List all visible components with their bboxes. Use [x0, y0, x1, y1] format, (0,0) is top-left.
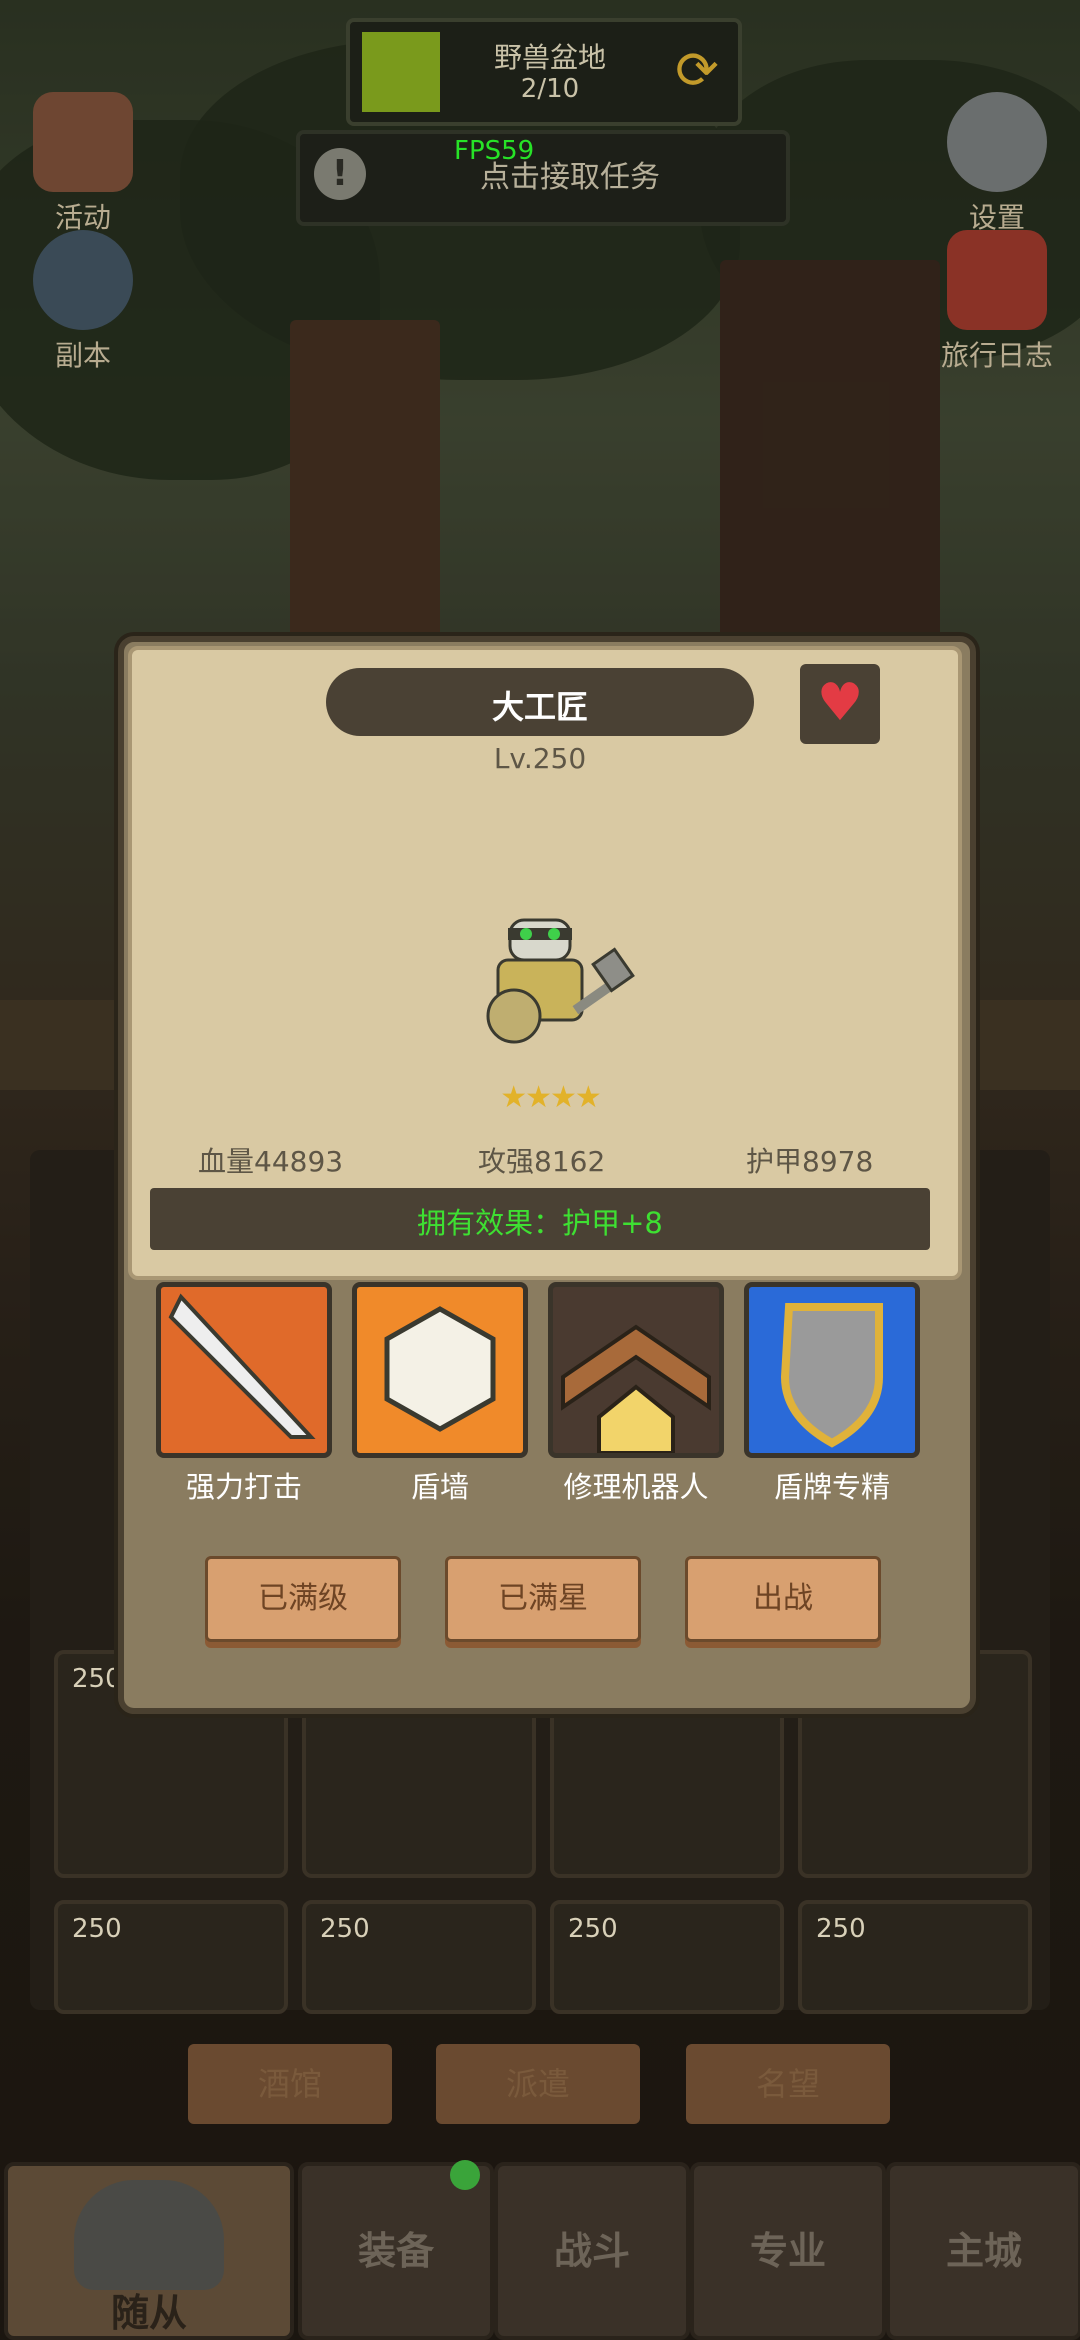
nav-main-city-label: 主城 [945, 2229, 1022, 2273]
scroll-board-icon [33, 92, 133, 192]
area-panel[interactable]: 野兽盆地 2/10 ⟳ [346, 18, 742, 126]
effect-bar: 拥有效果：护甲+8 [150, 1188, 930, 1250]
star-rating: ★★★★ [500, 1080, 602, 1115]
hero-name: 大工匠 [491, 688, 588, 726]
tab-tavern[interactable]: 酒馆 [188, 2044, 392, 2124]
card-level: 250 [72, 1914, 122, 1944]
tab-dispatch[interactable]: 派遣 [436, 2044, 640, 2124]
nav-specialty[interactable]: 专业 [690, 2162, 886, 2340]
hero-sprite [486, 918, 635, 1044]
quest-panel[interactable]: ! 点击接取任务 [296, 130, 790, 226]
roster-card[interactable]: 250 [798, 1900, 1032, 2014]
nav-followers[interactable]: 随从 [4, 2162, 294, 2340]
nav-equipment-label: 装备 [357, 2229, 434, 2273]
shield-icon [744, 1282, 920, 1458]
travel-log-button[interactable]: 旅行日志 [926, 230, 1068, 374]
card-level: 250 [72, 1664, 122, 1694]
quest-text: 点击接取任务 [480, 160, 660, 195]
dungeon-label: 副本 [54, 339, 111, 372]
skill-label: 盾牌专精 [773, 1470, 890, 1504]
dungeon-button[interactable]: 副本 [18, 230, 148, 374]
skill-power-strike[interactable]: 强力打击 [156, 1282, 332, 1506]
repair-robot-icon [548, 1282, 724, 1458]
stat-hp: 血量44893 [198, 1145, 344, 1178]
helmet-icon [74, 2180, 224, 2290]
sword-slash-icon [156, 1282, 332, 1458]
nav-equipment[interactable]: 装备 [298, 2160, 494, 2340]
skill-shield-mastery[interactable]: 盾牌专精 [744, 1282, 920, 1506]
travel-log-label: 旅行日志 [940, 339, 1053, 372]
stat-armor: 护甲8978 [746, 1145, 874, 1178]
card-level: 250 [816, 1914, 866, 1944]
skill-label: 强力打击 [185, 1470, 302, 1504]
area-progress-fill [362, 32, 440, 112]
book-icon [947, 230, 1047, 330]
card-level: 250 [320, 1914, 370, 1944]
activity-button[interactable]: 活动 [18, 92, 148, 236]
heart-icon: ♥ [816, 673, 864, 733]
notification-dot-icon [450, 2160, 480, 2190]
exclamation-icon: ! [314, 148, 366, 200]
max-level-button[interactable]: 已满级 [205, 1556, 401, 1642]
refresh-icon[interactable]: ⟳ [668, 42, 726, 100]
effect-text: 拥有效果：护甲+8 [417, 1206, 663, 1240]
roster-card[interactable]: 250 [54, 1900, 288, 2014]
fps-counter: FPS59 [454, 136, 535, 166]
deploy-button[interactable]: 出战 [685, 1556, 881, 1642]
skill-label: 盾墙 [410, 1470, 469, 1504]
area-progress: 2/10 [520, 74, 580, 104]
portal-icon [33, 230, 133, 330]
roster-card[interactable]: 250 [302, 1900, 536, 2014]
max-star-button[interactable]: 已满星 [445, 1556, 641, 1642]
skill-repair-robot[interactable]: 修理机器人 [548, 1282, 724, 1506]
gear-icon [947, 92, 1047, 192]
hero-level: Lv.250 [493, 742, 587, 775]
hexagon-shield-icon [352, 1282, 528, 1458]
card-level: 250 [568, 1914, 618, 1944]
name-banner: 大工匠 [326, 668, 754, 736]
tab-reputation[interactable]: 名望 [686, 2044, 890, 2124]
skill-shield-wall[interactable]: 盾墙 [352, 1282, 528, 1506]
stat-attack: 攻强8162 [478, 1145, 606, 1178]
roster-card[interactable]: 250 [550, 1900, 784, 2014]
nav-followers-label: 随从 [110, 2291, 187, 2335]
nav-battle-label: 战斗 [553, 2229, 630, 2273]
settings-button[interactable]: 设置 [932, 92, 1062, 236]
nav-main-city[interactable]: 主城 [886, 2162, 1080, 2340]
favorite-button[interactable]: ♥ [800, 664, 880, 744]
nav-battle[interactable]: 战斗 [494, 2162, 690, 2340]
area-name: 野兽盆地 [493, 41, 606, 74]
nav-specialty-label: 专业 [749, 2229, 826, 2273]
skill-label: 修理机器人 [563, 1470, 709, 1504]
